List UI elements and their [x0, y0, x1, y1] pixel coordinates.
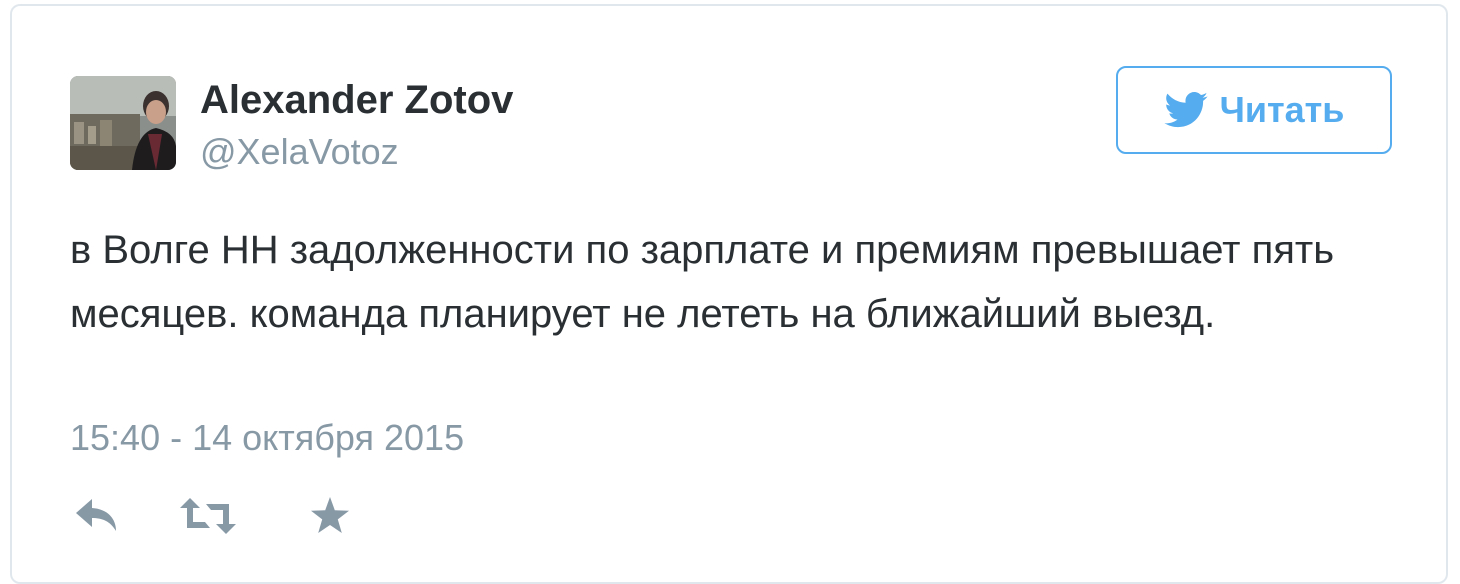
reply-icon	[76, 498, 120, 538]
avatar-image	[70, 76, 176, 170]
author-name[interactable]: Alexander Zotov	[200, 76, 513, 124]
retweet-icon	[180, 497, 236, 539]
tweet-text: в Волге НН задолженности по зарплате и п…	[70, 228, 1335, 336]
follow-button-label: Читать	[1219, 89, 1345, 130]
author-handle[interactable]: @XelaVotoz	[200, 130, 399, 174]
retweet-button[interactable]	[180, 497, 236, 538]
avatar[interactable]	[70, 76, 176, 170]
star-icon	[310, 496, 350, 540]
favorite-button[interactable]	[306, 496, 354, 540]
follow-button[interactable]: Читать	[1116, 66, 1392, 154]
tweet-timestamp[interactable]: 15:40 - 14 октября 2015	[70, 416, 464, 460]
twitter-bird-icon	[1163, 92, 1208, 128]
tweet-card: Alexander Zotov @XelaVotoz Читать в Волг…	[10, 4, 1448, 584]
reply-button[interactable]	[74, 498, 122, 538]
